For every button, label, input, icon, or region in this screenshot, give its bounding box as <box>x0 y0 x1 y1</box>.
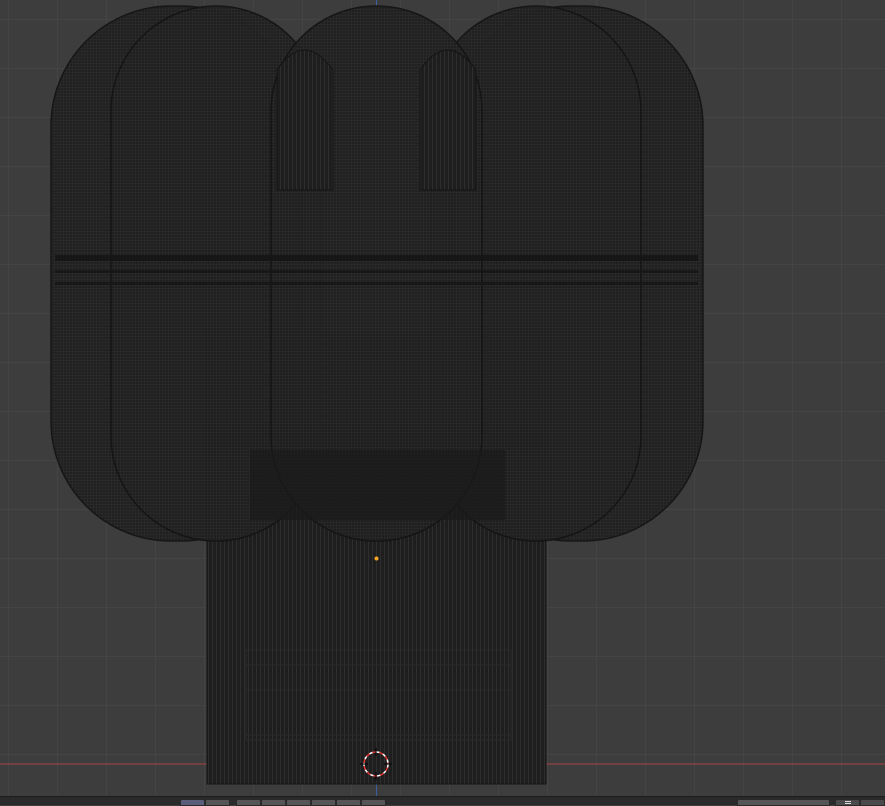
mesh-lobes[interactable] <box>50 5 704 542</box>
object-origin-dot[interactable] <box>374 556 379 561</box>
menu-glyph-icon <box>845 801 851 804</box>
viewport-header <box>0 796 885 806</box>
3d-viewport[interactable] <box>0 0 885 796</box>
